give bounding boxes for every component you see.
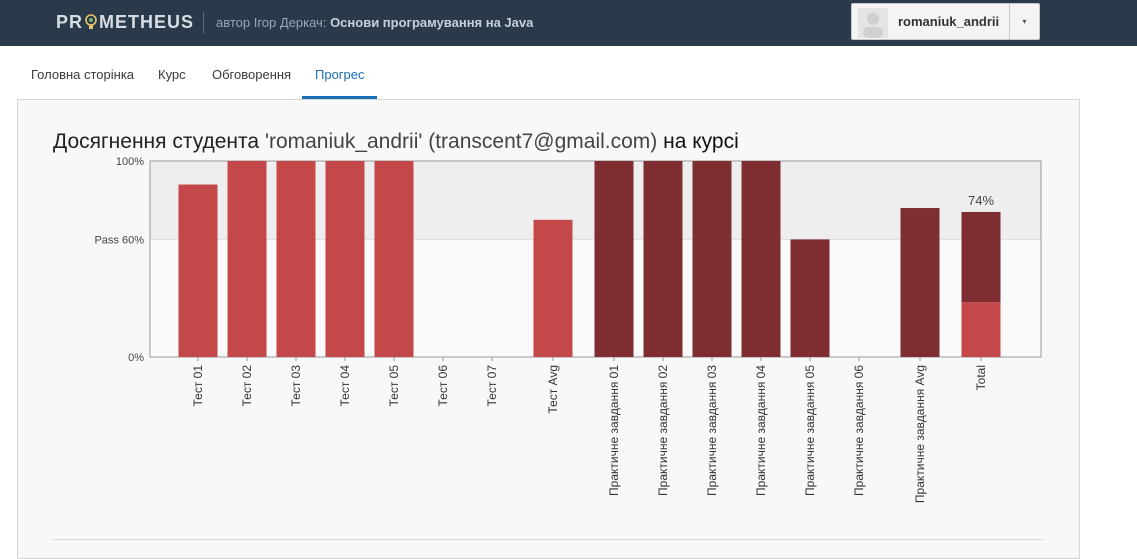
username[interactable]: romaniuk_andrii	[898, 14, 999, 29]
page-title: Досягнення студента 'romaniuk_andrii' (t…	[53, 130, 739, 154]
prometheus-logo[interactable]: PR METHEUS	[56, 12, 194, 33]
avatar	[858, 8, 888, 38]
student-username: 'romaniuk_andrii'	[264, 130, 423, 153]
user-avatar-icon	[863, 13, 883, 38]
logo-text-end: METHEUS	[99, 12, 195, 32]
tab-home[interactable]: Головна сторінка	[31, 67, 134, 82]
logo-text-start: PR	[56, 12, 84, 32]
progress-panel: Досягнення студента 'romaniuk_andrii' (t…	[17, 99, 1080, 559]
title-prefix: Досягнення студента	[53, 130, 260, 153]
title-suffix: на курсі	[663, 130, 739, 153]
course-author: автор Ігор Деркач:	[216, 15, 327, 30]
panel-divider	[53, 539, 1043, 540]
tab-progress[interactable]: Прогрес	[315, 67, 365, 82]
user-menu[interactable]: romaniuk_andrii ▾	[851, 3, 1040, 40]
header-divider	[203, 12, 204, 34]
chevron-down-icon[interactable]: ▾	[1009, 4, 1039, 39]
course-tabs: Головна сторінка Курс Обговорення Прогре…	[0, 46, 1137, 100]
course-title: Основи програмування на Java	[330, 15, 534, 30]
student-email: (transcent7@gmail.com)	[428, 130, 658, 153]
lightbulb-icon	[85, 14, 97, 29]
tab-discussion[interactable]: Обговорення	[212, 67, 291, 82]
top-navigation-bar: PR METHEUS автор Ігор Деркач: Основи прог…	[0, 0, 1137, 46]
tab-course[interactable]: Курс	[158, 67, 186, 82]
course-info: автор Ігор Деркач: Основи програмування …	[216, 15, 533, 30]
